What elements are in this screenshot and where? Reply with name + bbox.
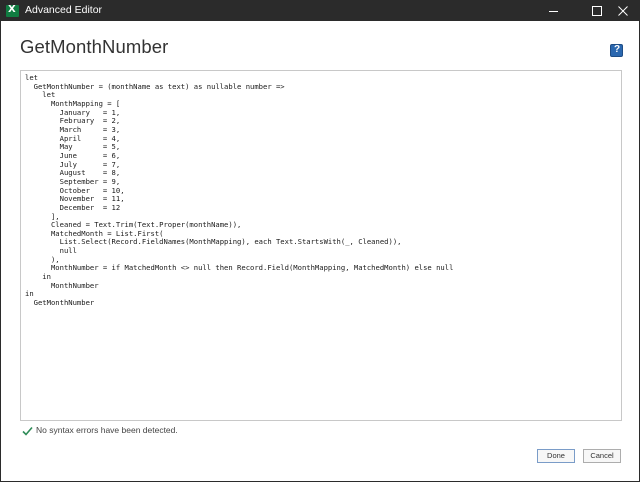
cancel-button[interactable]: Cancel [583,449,621,463]
excel-icon [6,4,19,17]
advanced-editor-window: Advanced Editor GetMonthNumber ? let Get… [0,0,640,482]
code-text[interactable]: let GetMonthNumber = (monthName as text)… [21,71,621,308]
title-bar[interactable]: Advanced Editor [1,1,639,21]
window-title: Advanced Editor [25,4,103,16]
checkmark-icon [22,426,33,436]
done-button[interactable]: Done [537,449,575,463]
help-icon-glyph: ? [614,44,621,55]
query-name-heading: GetMonthNumber [20,36,169,57]
minimize-button[interactable] [536,1,570,21]
status-text: No syntax errors have been detected. [36,425,178,435]
close-icon [618,6,628,16]
close-button[interactable] [606,1,640,21]
help-icon[interactable]: ? [610,44,623,57]
code-editor[interactable]: let GetMonthNumber = (monthName as text)… [20,70,622,421]
